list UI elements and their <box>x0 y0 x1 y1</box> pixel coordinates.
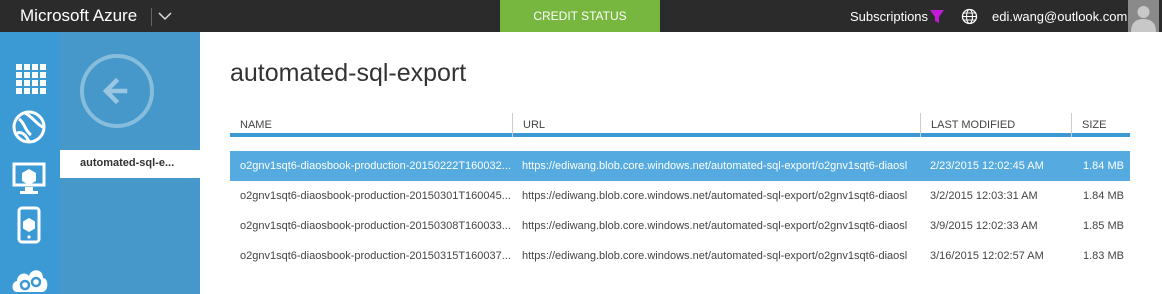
cell-last-modified: 2/23/2015 12:02:45 AM <box>930 160 1044 172</box>
filter-icon[interactable] <box>929 9 945 25</box>
nav-item-cloud-services[interactable] <box>0 254 60 294</box>
subscriptions-link[interactable]: Subscriptions <box>850 9 928 24</box>
page-title: automated-sql-export <box>230 59 467 87</box>
cell-name: o2gnv1sqt6-diaosbook-production-20150301… <box>240 190 511 202</box>
cell-url: https://ediwang.blob.core.windows.net/au… <box>522 160 908 172</box>
column-header-url[interactable]: URL <box>512 113 920 137</box>
cell-url: https://ediwang.blob.core.windows.net/au… <box>522 220 908 232</box>
column-header-name[interactable]: NAME <box>230 113 512 137</box>
table-header: NAME URL LAST MODIFIED SIZE <box>230 113 1130 137</box>
cell-size: 1.84 MB <box>1083 190 1124 202</box>
credit-status-button[interactable]: CREDIT STATUS <box>500 0 660 32</box>
service-nav-rail <box>0 32 60 294</box>
cell-size: 1.83 MB <box>1083 250 1124 262</box>
brand-title[interactable]: Microsoft Azure <box>20 6 137 26</box>
panel-item-selected[interactable]: automated-sql-e... <box>60 150 200 178</box>
cell-last-modified: 3/16/2015 12:02:57 AM <box>930 250 1044 262</box>
container-panel: automated-sql-e... <box>60 32 200 294</box>
top-bar: Microsoft Azure CREDIT STATUS Subscripti… <box>0 0 1162 32</box>
cell-name: o2gnv1sqt6-diaosbook-production-20150222… <box>240 160 511 172</box>
chevron-down-icon[interactable] <box>157 8 173 24</box>
column-header-last-modified[interactable]: LAST MODIFIED <box>920 113 1071 137</box>
cell-url: https://ediwang.blob.core.windows.net/au… <box>522 190 908 202</box>
table-row[interactable]: o2gnv1sqt6-diaosbook-production-20150301… <box>230 181 1130 211</box>
nav-item-mobile-services[interactable] <box>0 202 60 248</box>
globe-icon[interactable] <box>961 8 978 25</box>
blob-table: NAME URL LAST MODIFIED SIZE o2gnv1sqt6-d… <box>230 113 1130 262</box>
cell-url: https://ediwang.blob.core.windows.net/au… <box>522 250 908 262</box>
nav-item-web-sites[interactable] <box>0 104 60 150</box>
cell-last-modified: 3/9/2015 12:02:33 AM <box>930 220 1038 232</box>
column-header-size[interactable]: SIZE <box>1071 113 1130 137</box>
nav-item-virtual-machines[interactable] <box>0 156 60 202</box>
nav-item-all-items[interactable] <box>0 48 60 94</box>
cell-name: o2gnv1sqt6-diaosbook-production-20150315… <box>240 250 511 262</box>
brand-divider <box>151 8 152 26</box>
avatar-icon[interactable] <box>1128 0 1159 32</box>
back-button[interactable] <box>80 54 154 128</box>
table-body: o2gnv1sqt6-diaosbook-production-20150222… <box>230 151 1130 271</box>
panel-item-label: automated-sql-e... <box>80 157 175 169</box>
account-email[interactable]: edi.wang@outlook.com <box>992 9 1127 24</box>
main-content: automated-sql-export NAME URL LAST MODIF… <box>200 32 1162 294</box>
table-row[interactable]: o2gnv1sqt6-diaosbook-production-20150308… <box>230 211 1130 241</box>
cell-last-modified: 3/2/2015 12:03:31 AM <box>930 190 1038 202</box>
table-row[interactable]: o2gnv1sqt6-diaosbook-production-20150222… <box>230 151 1130 181</box>
cell-size: 1.84 MB <box>1083 160 1124 172</box>
table-row[interactable]: o2gnv1sqt6-diaosbook-production-20150315… <box>230 241 1130 271</box>
cell-size: 1.85 MB <box>1083 220 1124 232</box>
cell-name: o2gnv1sqt6-diaosbook-production-20150308… <box>240 220 511 232</box>
